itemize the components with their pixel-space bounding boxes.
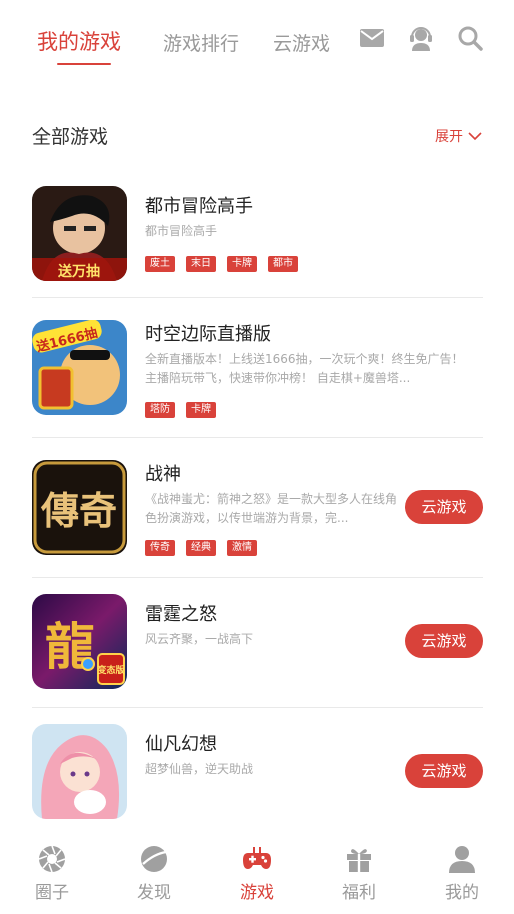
expand-label: 展开 — [435, 129, 463, 145]
tag: 经典 — [186, 540, 216, 556]
nav-item-discover[interactable]: 发现 — [124, 844, 184, 903]
nav-label: 我的 — [445, 883, 479, 903]
tag: 末日 — [186, 256, 216, 272]
list-item[interactable]: 送1666抽 时空边际直播版 全新直播版本！上线送1666抽，一次玩个爽！终生免… — [32, 298, 483, 438]
icon-promo-text: 送万抽 — [57, 263, 100, 280]
search-icon[interactable] — [456, 24, 484, 52]
game-name: 都市冒险高手 — [145, 196, 253, 217]
gift-icon — [347, 849, 371, 872]
game-icon: 送万抽 — [32, 186, 127, 281]
aperture-icon — [38, 845, 66, 873]
tag: 都市 — [268, 256, 298, 272]
game-name: 时空边际直播版 — [145, 324, 271, 345]
nav-label: 圈子 — [35, 883, 69, 903]
bottom-nav: 圈子 发现 游戏 福利 我的 — [0, 836, 514, 914]
game-name: 战神 — [145, 464, 181, 485]
section-title: 全部游戏 — [32, 126, 109, 148]
cloud-game-button[interactable]: 云游戏 — [405, 754, 483, 788]
chevron-down-icon — [468, 132, 482, 141]
planet-icon — [141, 846, 167, 872]
cloud-game-button[interactable]: 云游戏 — [405, 624, 483, 658]
game-icon: 送1666抽 — [32, 320, 127, 415]
game-name: 雷霆之怒 — [145, 604, 217, 625]
list-item[interactable]: 傳奇 战神 《战神蚩尤：箭神之怒》是一款大型多人在线角色扮演游戏，以传世端游为背… — [32, 438, 483, 578]
expand-toggle[interactable]: 展开 — [435, 126, 482, 146]
nav-label: 福利 — [342, 883, 376, 903]
game-description: 《战神蚩尤：箭神之怒》是一款大型多人在线角色扮演游戏，以传世端游为背景，完... — [145, 492, 398, 525]
user-icon — [449, 846, 475, 873]
tag: 激情 — [227, 540, 257, 556]
game-description: 超梦仙兽，逆天助战 — [145, 762, 254, 776]
nav-label: 游戏 — [240, 883, 274, 903]
cloud-game-button[interactable]: 云游戏 — [405, 490, 483, 524]
tag: 废土 — [145, 256, 175, 272]
nav-item-circle[interactable]: 圈子 — [22, 844, 82, 903]
game-icon — [32, 724, 127, 819]
tag: 塔防 — [145, 402, 175, 418]
tag-list: 废土 末日 卡牌 都市 — [145, 256, 298, 272]
mail-icon[interactable] — [358, 24, 386, 52]
tab-my-games[interactable]: 我的游戏 — [37, 26, 121, 56]
nav-item-welfare[interactable]: 福利 — [329, 844, 389, 903]
nav-label: 发现 — [137, 883, 171, 903]
icon-badge-text: 变态版 — [97, 664, 124, 676]
game-icon: 龍 变态版 — [32, 594, 127, 689]
list-item[interactable]: 仙凡幻想 超梦仙兽，逆天助战 云游戏 — [32, 708, 483, 848]
tag-list: 传奇 经典 激情 — [145, 540, 257, 556]
game-icon: 傳奇 — [32, 460, 127, 555]
list-item[interactable]: 送万抽 都市冒险高手 都市冒险高手 废土 末日 卡牌 都市 — [32, 172, 483, 298]
tab-cloud-games[interactable]: 云游戏 — [273, 29, 330, 56]
game-description: 风云齐聚，一战高下 — [145, 632, 254, 646]
nav-item-mine[interactable]: 我的 — [432, 844, 492, 903]
tag: 传奇 — [145, 540, 175, 556]
game-name: 仙凡幻想 — [145, 734, 217, 755]
tag: 卡牌 — [227, 256, 257, 272]
nav-item-games[interactable]: 游戏 — [227, 844, 287, 903]
top-tab-bar: 我的游戏 游戏排行 云游戏 — [0, 0, 514, 80]
customer-service-icon[interactable] — [407, 24, 435, 52]
icon-title-text: 傳奇 — [40, 488, 117, 533]
game-description: 都市冒险高手 — [145, 224, 218, 238]
tab-ranking[interactable]: 游戏排行 — [163, 29, 239, 56]
active-tab-indicator — [57, 63, 111, 65]
tag: 卡牌 — [186, 402, 216, 418]
tag-list: 塔防 卡牌 — [145, 402, 216, 418]
gamepad-icon — [243, 847, 271, 869]
game-description: 全新直播版本！上线送1666抽，一次玩个爽！终生免广告！ 主播陪玩带飞，快速带你… — [145, 352, 464, 385]
list-item[interactable]: 龍 变态版 雷霆之怒 风云齐聚，一战高下 云游戏 — [32, 578, 483, 708]
game-list: 送万抽 都市冒险高手 都市冒险高手 废土 末日 卡牌 都市 送1666抽 时空边… — [32, 172, 483, 848]
